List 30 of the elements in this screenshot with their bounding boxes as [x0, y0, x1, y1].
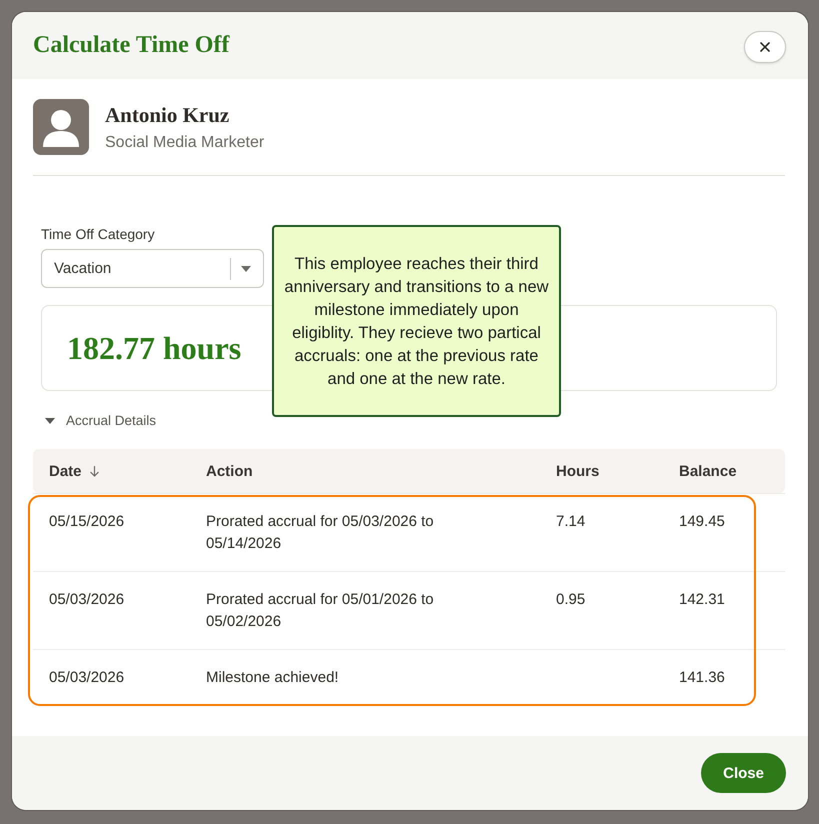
caret-down-icon: [241, 266, 251, 272]
date-cell: 05/03/2026: [49, 591, 124, 608]
action-cell: Milestone achieved!: [206, 669, 339, 686]
close-button[interactable]: [744, 30, 786, 62]
balance-cell: 141.36: [679, 669, 725, 686]
column-header[interactable]: Balance: [679, 462, 737, 480]
employee-name: Antonio Kruz: [105, 102, 230, 128]
employee-job-title: Social Media Marketer: [105, 134, 264, 152]
category-label: Time Off Category: [41, 226, 156, 242]
accrual-details-toggle[interactable]: Accrual Details: [45, 413, 156, 428]
close-icon: [760, 42, 770, 52]
sort-arrow-icon[interactable]: [90, 466, 99, 476]
column-header[interactable]: Hours: [556, 462, 600, 480]
balance-cell: 149.45: [679, 513, 725, 530]
action-cell: Prorated accrual for 05/03/2026 to 05/14/2026: [206, 513, 434, 552]
caret-down-icon: [45, 418, 55, 424]
callout-text: This employee reaches their third anniversary and transitions to a new milestone immediately upon eligiblity. They recieve two partical accruals: one at the previous rate and one at the new rate.: [284, 255, 549, 388]
date-cell: 05/15/2026: [49, 513, 124, 530]
column-header[interactable]: Action: [206, 462, 253, 480]
avatar-icon: [33, 99, 89, 155]
hours-cell: 7.14: [556, 513, 586, 530]
close-button[interactable]: Close: [701, 753, 786, 793]
category-select[interactable]: Vacation: [41, 249, 264, 288]
date-cell: 05/03/2026: [49, 669, 124, 686]
balance-hours: 182.77 hours: [67, 330, 242, 366]
balance-cell: 142.31: [679, 591, 725, 608]
action-cell: Prorated accrual for 05/01/2026 to 05/02/2026: [206, 591, 434, 630]
dialog-title: Calculate Time Off: [33, 32, 230, 59]
column-header[interactable]: Date: [49, 462, 82, 480]
hours-cell: 0.95: [556, 591, 586, 608]
